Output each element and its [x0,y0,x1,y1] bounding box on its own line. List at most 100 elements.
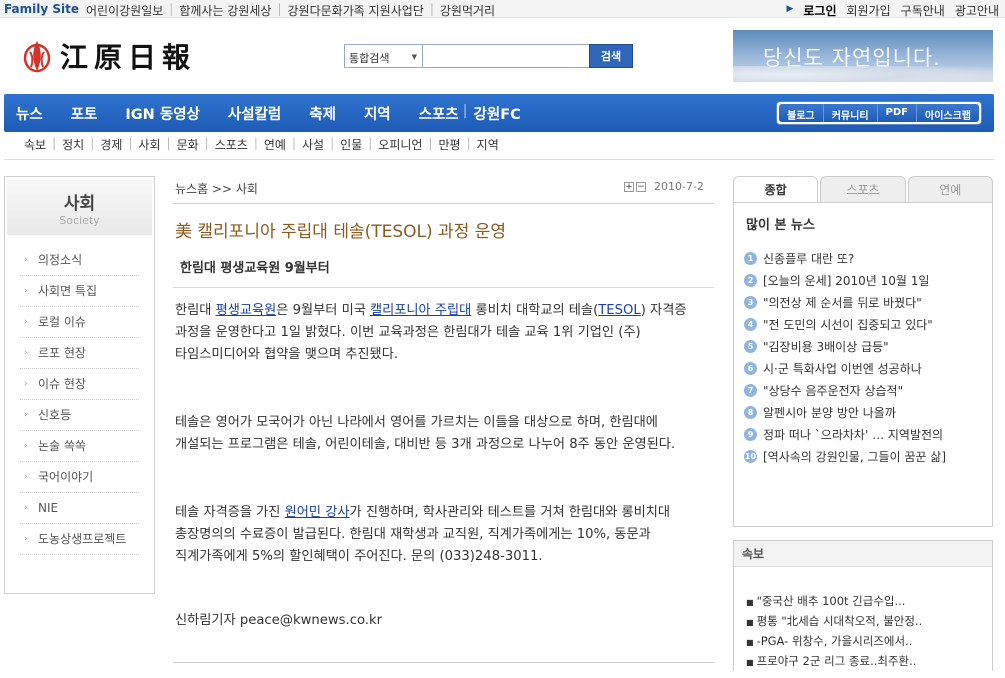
rank-number-icon: 8 [744,405,757,419]
text: 은 9월부터 미국 [276,303,371,318]
list-item[interactable]: ■ "중국산 배추 100t 긴급수입... [746,593,992,613]
logo-wordmark: 江原日報 [60,41,197,74]
nav-item-sports[interactable]: 스포츠 [419,103,459,124]
nav-item-ign-video[interactable]: IGN 동영상 [125,103,200,124]
tab-sports[interactable]: 스포츠 [820,176,906,203]
subnav-item[interactable]: 문화 [177,136,199,153]
list-item[interactable]: 5 "김장비용 3배이상 급등" [744,335,992,357]
family-link[interactable]: 어린이강원일보 [86,2,163,19]
list-item[interactable]: 8 알펜시아 분양 방안 나올까 [744,401,992,423]
family-link[interactable]: 함께사는 강원세상 [179,2,271,19]
advertise-link[interactable]: 광고안내 [955,2,999,19]
list-item[interactable]: 7 "상당수 음주운전자 상습적" [744,379,992,401]
section-sidebar: 사회 Society › 의정소식 › 사회면 특집 › 로컬 이슈 › 르포 현장 ›… [4,176,155,594]
article-subtitle: 한림대 평생교육원 9월부터 [180,261,330,276]
family-link[interactable]: 강원먹거리 [440,2,495,19]
most-viewed-panel: 많이 본 뉴스 1 신종플루 대란 또? 2 [오늘의 운세] 2010년 10월 … [733,202,993,527]
header-banner-ad[interactable]: 당신도 자연입니다. [733,30,993,82]
subnav-item[interactable]: 지역 [477,136,499,153]
list-item-label: "상당수 음주운전자 상습적" [763,383,904,398]
section-menu-item[interactable]: › 신호등 [20,400,139,431]
site-logo[interactable]: 江原日報 [22,36,196,76]
section-title: 사회 [63,194,96,214]
list-item[interactable]: 3 "의전상 제 순서를 뒤로 바꿨다" [744,291,992,313]
list-item[interactable]: 4 "전 도민의 시선이 집중되고 있다" [744,313,992,335]
section-menu-item[interactable]: › NIE [20,493,139,524]
subnav-item[interactable]: 사회 [138,136,160,153]
list-item[interactable]: ■ 프로야구 2군 리그 종료..최주환.. [746,653,992,673]
keyword-link[interactable]: 캘리포니아 주립대 [370,303,471,318]
community-button[interactable]: 커뮤니티 [823,104,878,122]
login-link[interactable]: 로그인 [803,2,836,19]
font-decrease-icon[interactable]: − [636,181,646,192]
list-item[interactable]: 6 시·군 특화사업 이번엔 성공하나 [744,357,992,379]
section-menu-item[interactable]: › 르포 현장 [20,338,139,369]
tab-overall[interactable]: 종합 [733,176,819,203]
nav-item-region[interactable]: 지역 [364,103,391,124]
divider: | [90,136,95,150]
pdf-button[interactable]: PDF [877,104,917,122]
nav-item-editorial[interactable]: 사설칼럼 [228,103,281,124]
list-item-label: "의전상 제 순서를 뒤로 바꿨다" [763,295,922,310]
subnav-item[interactable]: 인물 [340,136,362,153]
list-item[interactable]: 10 [역사속의 강원인물, 그들이 꿈꾼 삶] [744,445,992,467]
blog-button[interactable]: 블로그 [779,104,824,122]
subnav-item[interactable]: 오피니언 [378,136,422,153]
section-menu-label: 논술 쏙쏙 [38,439,86,453]
search-scope-select[interactable]: 통합검색 ▼ [344,44,422,68]
iscrap-button[interactable]: 아이스크랩 [917,104,979,122]
text: 테솔 자격증을 가진 [175,505,285,520]
section-menu-item[interactable]: › 이슈 현장 [20,369,139,400]
nav-item-news[interactable]: 뉴스 [16,103,43,124]
section-menu-item[interactable]: › 국어이야기 [20,462,139,493]
section-menu-item[interactable]: › 의정소식 [20,245,139,276]
subnav-item[interactable]: 속보 [24,136,46,153]
section-menu-item[interactable]: › 사회면 특집 [20,276,139,307]
subnav-item[interactable]: 스포츠 [215,136,248,153]
search-scope-value: 통합검색 [349,52,390,65]
search-input[interactable] [422,44,590,68]
list-item-label: 프로야구 2군 리그 종료..최주환.. [756,654,917,668]
list-item[interactable]: 2 [오늘의 운세] 2010년 10월 1일 [744,269,992,291]
family-site-label[interactable]: Family Site [4,2,79,16]
nav-item-photo[interactable]: 포토 [71,103,98,124]
family-link[interactable]: 강원다문화가족 지원사업단 [288,2,424,19]
subnav-item[interactable]: 사설 [302,136,324,153]
list-item[interactable]: 9 정파 떠나 `으라차차' … 지역발전의 [744,423,992,445]
list-item-label: "전 도민의 시선이 집중되고 있다" [763,317,933,332]
rank-number-icon: 1 [744,251,757,265]
list-item[interactable]: ■ 평통 "北세습 시대착오적, 불안정.. [746,613,992,633]
font-increase-icon[interactable]: + [624,181,634,192]
section-menu-label: 사회면 특집 [38,284,98,298]
bullet-icon: › [24,317,28,327]
rank-number-icon: 5 [744,339,757,353]
divider: | [166,136,171,150]
signup-link[interactable]: 회원가입 [846,2,890,19]
divider: | [277,2,282,16]
divider: | [428,136,433,150]
subnav-item[interactable]: 정치 [62,136,84,153]
subnav-item[interactable]: 만평 [439,136,461,153]
section-menu-item[interactable]: › 도농상생프로젝트 [20,524,139,555]
divider: | [291,136,297,150]
bullet-icon: › [24,348,28,358]
subnav-item[interactable]: 경제 [100,136,122,153]
logo-emblem-icon [22,38,52,74]
section-menu-label: 르포 현장 [38,346,86,360]
subscribe-link[interactable]: 구독안내 [901,2,945,19]
list-item[interactable]: ■ -PGA- 위창수, 가을시리즈에서.. [746,633,992,653]
tab-entertainment[interactable]: 연예 [907,176,993,203]
section-menu-label: 로컬 이슈 [38,315,86,329]
search-button[interactable]: 검색 [589,44,633,68]
keyword-link[interactable]: TESOL [598,303,641,318]
keyword-link[interactable]: 원어민 강사 [285,505,350,520]
subnav-item[interactable]: 연예 [264,136,286,153]
nav-item-gangwon-fc[interactable]: 강원FC [474,103,521,124]
nav-item-festival[interactable]: 축제 [309,103,336,124]
breadcrumb[interactable]: 뉴스홈 >> 사회 [175,180,258,197]
bullet-icon: › [24,472,28,482]
section-menu-item[interactable]: › 논술 쏙쏙 [20,431,139,462]
section-menu-item[interactable]: › 로컬 이슈 [20,307,139,338]
list-item[interactable]: 1 신종플루 대란 또? [744,247,992,269]
keyword-link[interactable]: 평생교육원 [216,303,277,318]
